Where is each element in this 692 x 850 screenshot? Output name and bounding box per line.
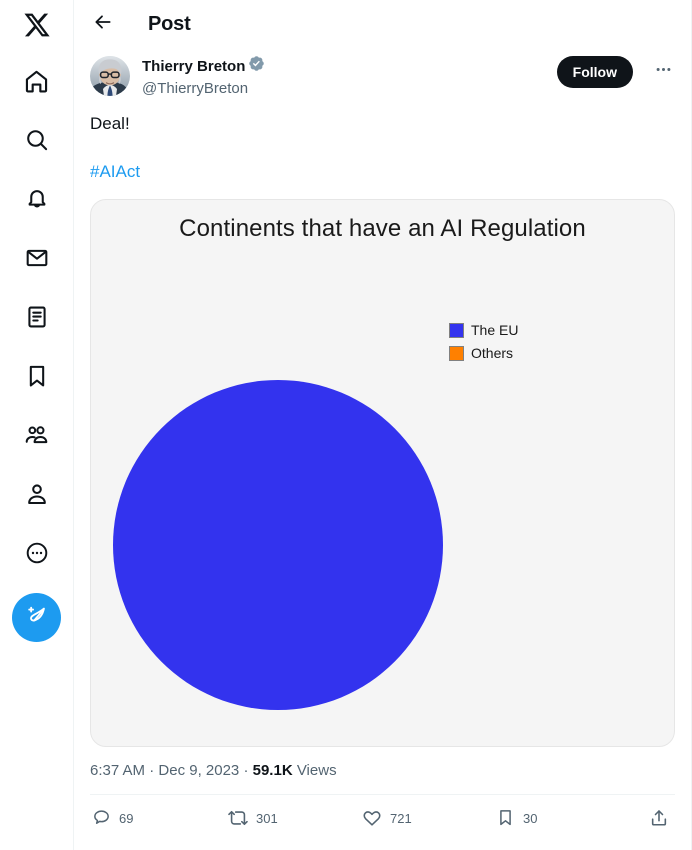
sidebar-item-x-logo[interactable] <box>11 2 63 48</box>
post-time: 6:37 AM <box>90 762 146 779</box>
verified-badge-icon <box>248 55 265 78</box>
sidebar-item-explore[interactable] <box>11 114 63 166</box>
post-media-chart[interactable]: Continents that have an AI Regulation Th… <box>90 199 675 747</box>
more-circle-icon <box>24 540 50 566</box>
sidebar-item-bookmarks[interactable] <box>11 350 63 402</box>
bookmark-count: 30 <box>523 811 538 826</box>
reply-count: 69 <box>119 811 134 826</box>
legend-label-the-eu: The EU <box>471 322 519 338</box>
compose-post-button[interactable] <box>12 593 61 642</box>
avatar[interactable] <box>90 56 130 96</box>
legend-item-others: Others <box>449 346 518 361</box>
bell-icon <box>24 186 50 212</box>
compose-feather-icon <box>24 602 50 633</box>
bookmark-icon <box>24 363 50 389</box>
sidebar-item-profile[interactable] <box>11 468 63 520</box>
meta-sep-1: · <box>145 762 159 779</box>
share-icon <box>649 808 669 831</box>
sidebar-item-communities[interactable] <box>11 409 63 461</box>
x-logo-icon <box>23 11 51 39</box>
chart-legend: The EU Others <box>449 323 518 361</box>
profile-icon <box>24 481 50 507</box>
ellipsis-icon <box>654 60 673 84</box>
page-title: Post <box>148 13 191 35</box>
back-button[interactable] <box>86 7 120 41</box>
bookmark-icon <box>496 808 515 830</box>
post-meta: 6:37 AM · Dec 9, 2023 · 59.1K Views <box>74 747 691 781</box>
follow-button[interactable]: Follow <box>556 56 633 88</box>
post-more-options-button[interactable] <box>647 56 679 88</box>
post-hashtag-row: #AIAct <box>74 136 691 184</box>
repost-count: 301 <box>256 811 278 826</box>
bookmark-button[interactable]: 30 <box>496 808 631 830</box>
legend-swatch-others <box>449 346 464 361</box>
views-count: 59.1K <box>252 762 293 779</box>
search-icon <box>24 127 50 153</box>
pie-slice-the-eu <box>113 380 443 710</box>
repost-icon <box>228 808 248 831</box>
post-date: Dec 9, 2023 <box>158 762 240 779</box>
author-handle: @ThierryBreton <box>142 80 249 97</box>
post-hashtag-link[interactable]: #AIAct <box>90 162 140 181</box>
primary-sidebar <box>0 0 74 850</box>
like-button[interactable]: 721 <box>362 808 496 831</box>
sidebar-item-messages[interactable] <box>11 232 63 284</box>
post-column: Post Thierry Breton @ThierryBreton Follo… <box>74 0 692 850</box>
sidebar-item-lists[interactable] <box>11 291 63 343</box>
share-button[interactable] <box>649 808 677 831</box>
communities-icon <box>23 422 50 449</box>
like-count: 721 <box>390 811 412 826</box>
author-names: Thierry Breton @ThierryBreton <box>142 55 265 99</box>
views-label: Views <box>296 762 337 779</box>
sidebar-item-more[interactable] <box>11 527 63 579</box>
legend-swatch-the-eu <box>449 323 464 338</box>
post-text: Deal! <box>90 114 130 133</box>
home-icon <box>23 68 50 95</box>
repost-button[interactable]: 301 <box>228 808 362 831</box>
heart-icon <box>362 808 382 831</box>
mail-icon <box>24 245 50 271</box>
pie-chart <box>113 380 443 710</box>
chart-title: Continents that have an AI Regulation <box>179 215 586 242</box>
back-arrow-icon <box>93 12 113 37</box>
sidebar-item-home[interactable] <box>11 55 63 107</box>
post-header: Post <box>74 0 691 48</box>
author-name[interactable]: Thierry Breton <box>142 57 245 77</box>
legend-item-the-eu: The EU <box>449 323 518 338</box>
meta-sep-2: · <box>239 762 253 779</box>
sidebar-item-notifications[interactable] <box>11 173 63 225</box>
reply-button[interactable]: 69 <box>92 808 228 830</box>
x-post-page: Post Thierry Breton @ThierryBreton Follo… <box>0 0 692 850</box>
author-name-line: Thierry Breton <box>142 55 265 78</box>
reply-icon <box>92 808 111 830</box>
legend-label-others: Others <box>471 345 514 361</box>
lists-icon <box>24 304 50 330</box>
post-action-bar: 69 301 721 30 <box>74 795 691 843</box>
